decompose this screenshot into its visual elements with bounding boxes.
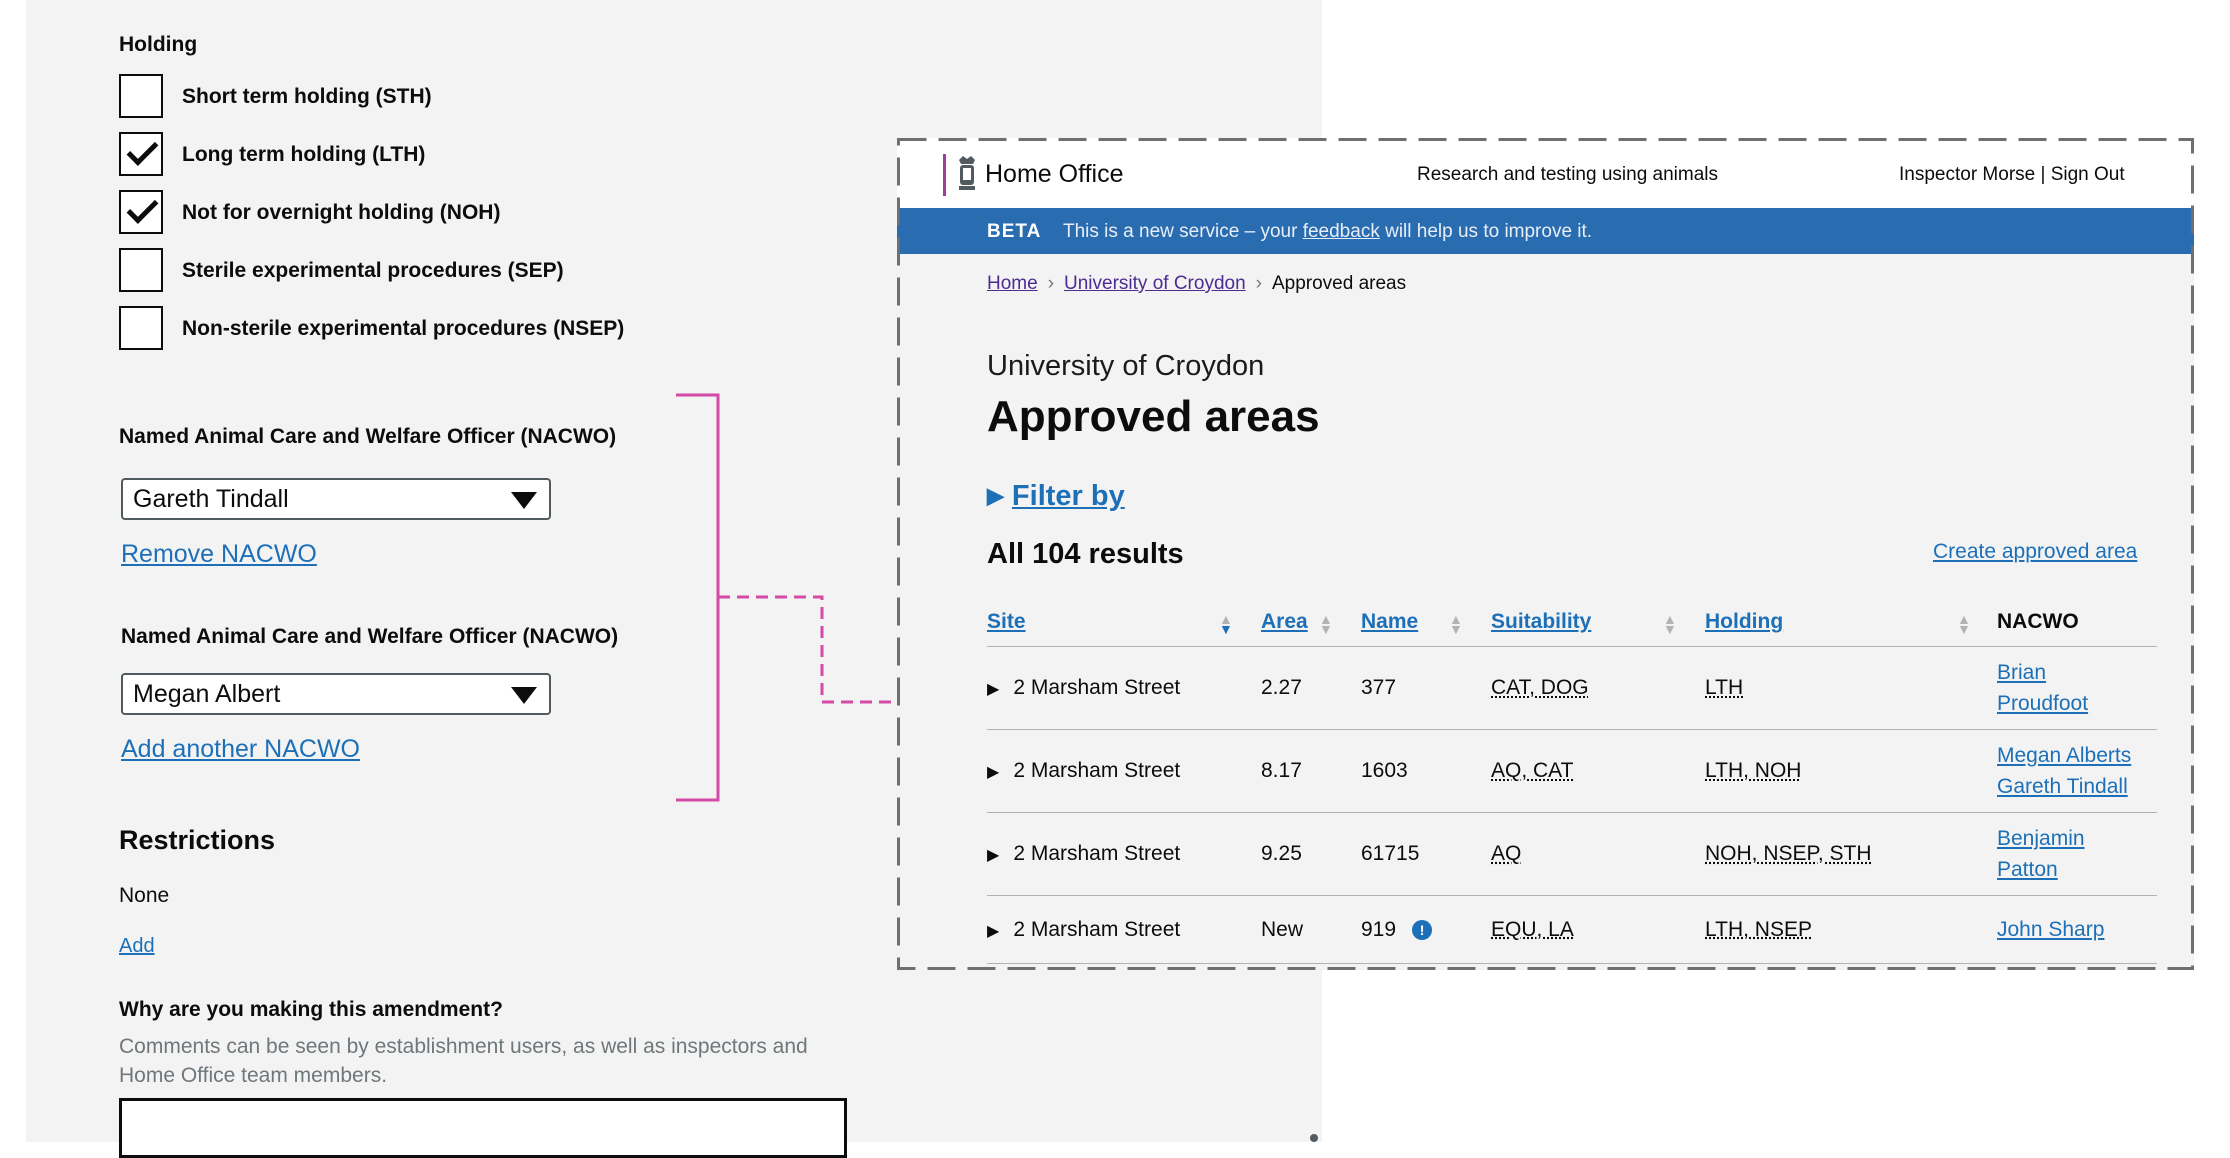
site-header: Home Office Research and testing using a… <box>897 138 2194 208</box>
column-suitability[interactable]: Suitability ▲ ▼ <box>1491 600 1705 647</box>
cell-holding: NOH, NSEP, STH <box>1705 813 1997 896</box>
table-row[interactable]: ▶ 2 Marsham Street 9.25 61715 AQ NOH, NSEP, S… <box>987 813 2157 896</box>
approved-areas-preview: Home Office Research and testing using a… <box>897 138 2194 970</box>
annotation-bracket <box>676 395 718 800</box>
breadcrumb-university[interactable]: University of Croydon <box>1064 273 1246 294</box>
cell-area: New <box>1261 896 1361 964</box>
user-signout[interactable]: Inspector Morse | Sign Out <box>1899 164 2125 186</box>
table-body: ▶ 2 Marsham Street 2.27 377 CAT, DOG LTH Brian… <box>987 647 2157 964</box>
nacwo-link[interactable]: Brian <box>1997 657 2157 688</box>
table-row[interactable]: ▶ 2 Marsham Street 8.17 1603 AQ, CAT LTH, NOH… <box>987 730 2157 813</box>
cell-site[interactable]: ▶ 2 Marsham Street <box>987 647 1261 730</box>
column-area[interactable]: Area ▲ ▼ <box>1261 600 1361 647</box>
sort-icon[interactable]: ▲ ▼ <box>1319 614 1333 634</box>
expand-triangle-icon[interactable]: ▶ <box>987 681 999 698</box>
cell-holding: LTH, NSEP <box>1705 896 1997 964</box>
cell-holding: LTH <box>1705 647 1997 730</box>
cell-area: 2.27 <box>1261 647 1361 730</box>
filter-toggle[interactable]: ▶ Filter by <box>987 480 1125 513</box>
table-row[interactable]: ▶ 2 Marsham Street 2.27 377 CAT, DOG LTH Brian… <box>987 647 2157 730</box>
expand-triangle-icon[interactable]: ▶ <box>987 923 999 940</box>
cell-suitability: EQU, LA <box>1491 896 1705 964</box>
breadcrumb: Home › University of Croydon › Approved area… <box>987 273 1406 295</box>
beta-banner: BETA This is a new service – your feedba… <box>897 208 2194 254</box>
cell-area: 9.25 <box>1261 813 1361 896</box>
cell-site[interactable]: ▶ 2 Marsham Street <box>987 730 1261 813</box>
nacwo-link[interactable]: Proudfoot <box>1997 688 2157 719</box>
expand-triangle-icon[interactable]: ▶ <box>987 764 999 781</box>
scroll-handle <box>1310 1134 1318 1142</box>
cell-suitability: CAT, DOG <box>1491 647 1705 730</box>
breadcrumb-home[interactable]: Home <box>987 273 1038 294</box>
cell-name: 1603 <box>1361 730 1491 813</box>
filter-label[interactable]: Filter by <box>1012 480 1125 512</box>
nacwo-link[interactable]: Patton <box>1997 854 2157 885</box>
table-row[interactable]: ▶ 2 Marsham Street New 919! EQU, LA LTH, NSEP… <box>987 896 2157 964</box>
triangle-right-icon: ▶ <box>987 483 1004 508</box>
cell-name: 61715 <box>1361 813 1491 896</box>
service-name[interactable]: Research and testing using animals <box>1417 164 1718 186</box>
cell-area: 8.17 <box>1261 730 1361 813</box>
cell-suitability: AQ, CAT <box>1491 730 1705 813</box>
feedback-link[interactable]: feedback <box>1303 221 1380 242</box>
sort-icon[interactable]: ▲ ▼ <box>1957 614 1971 634</box>
column-nacwo: NACWO <box>1997 600 2157 647</box>
page-caption: University of Croydon <box>987 350 1264 383</box>
chevron-right-icon: › <box>1048 273 1054 294</box>
column-holding[interactable]: Holding ▲ ▼ <box>1705 600 1997 647</box>
cell-nacwo[interactable]: Megan Alberts Gareth Tindall <box>1997 730 2157 813</box>
sort-icon[interactable]: ▲ ▼ <box>1663 614 1677 634</box>
cell-holding: LTH, NOH <box>1705 730 1997 813</box>
cell-nacwo[interactable]: Brian Proudfoot <box>1997 647 2157 730</box>
table-header-row: Site ▲ ▼ Area ▲ ▼ Name ▲ ▼ Suitability ▲ ▼ Holdi… <box>987 600 2157 647</box>
nacwo-link[interactable]: Benjamin <box>1997 823 2157 854</box>
crown-crest-icon <box>955 154 979 194</box>
cell-site[interactable]: ▶ 2 Marsham Street <box>987 896 1261 964</box>
nacwo-link[interactable]: John Sharp <box>1997 914 2157 945</box>
cell-name: 919! <box>1361 896 1491 964</box>
page-title: Approved areas <box>987 392 1320 442</box>
column-name[interactable]: Name ▲ ▼ <box>1361 600 1491 647</box>
approved-areas-table: Site ▲ ▼ Area ▲ ▼ Name ▲ ▼ Suitability ▲ ▼ Holdi… <box>987 600 2157 964</box>
brand-name[interactable]: Home Office <box>985 160 1123 189</box>
cell-suitability: AQ <box>1491 813 1705 896</box>
sort-icon[interactable]: ▲ ▼ <box>1449 614 1463 634</box>
nacwo-link[interactable]: Gareth Tindall <box>1997 771 2157 802</box>
breadcrumb-current: Approved areas <box>1272 273 1406 294</box>
info-alert-icon: ! <box>1412 920 1432 940</box>
sort-icon[interactable]: ▲ ▼ <box>1219 614 1233 634</box>
cell-name: 377 <box>1361 647 1491 730</box>
nacwo-link[interactable]: Megan Alberts <box>1997 740 2157 771</box>
beta-message: This is a new service – your feedback wi… <box>1063 221 1592 243</box>
column-site[interactable]: Site ▲ ▼ <box>987 600 1261 647</box>
beta-tag: BETA <box>987 221 1041 243</box>
cell-site[interactable]: ▶ 2 Marsham Street <box>987 813 1261 896</box>
create-approved-area-link[interactable]: Create approved area <box>1933 540 2137 564</box>
results-count: All 104 results <box>987 538 1184 571</box>
expand-triangle-icon[interactable]: ▶ <box>987 847 999 864</box>
cell-nacwo[interactable]: Benjamin Patton <box>1997 813 2157 896</box>
cell-nacwo[interactable]: John Sharp <box>1997 896 2157 964</box>
header-accent-bar <box>943 154 946 196</box>
chevron-right-icon: › <box>1256 273 1262 294</box>
